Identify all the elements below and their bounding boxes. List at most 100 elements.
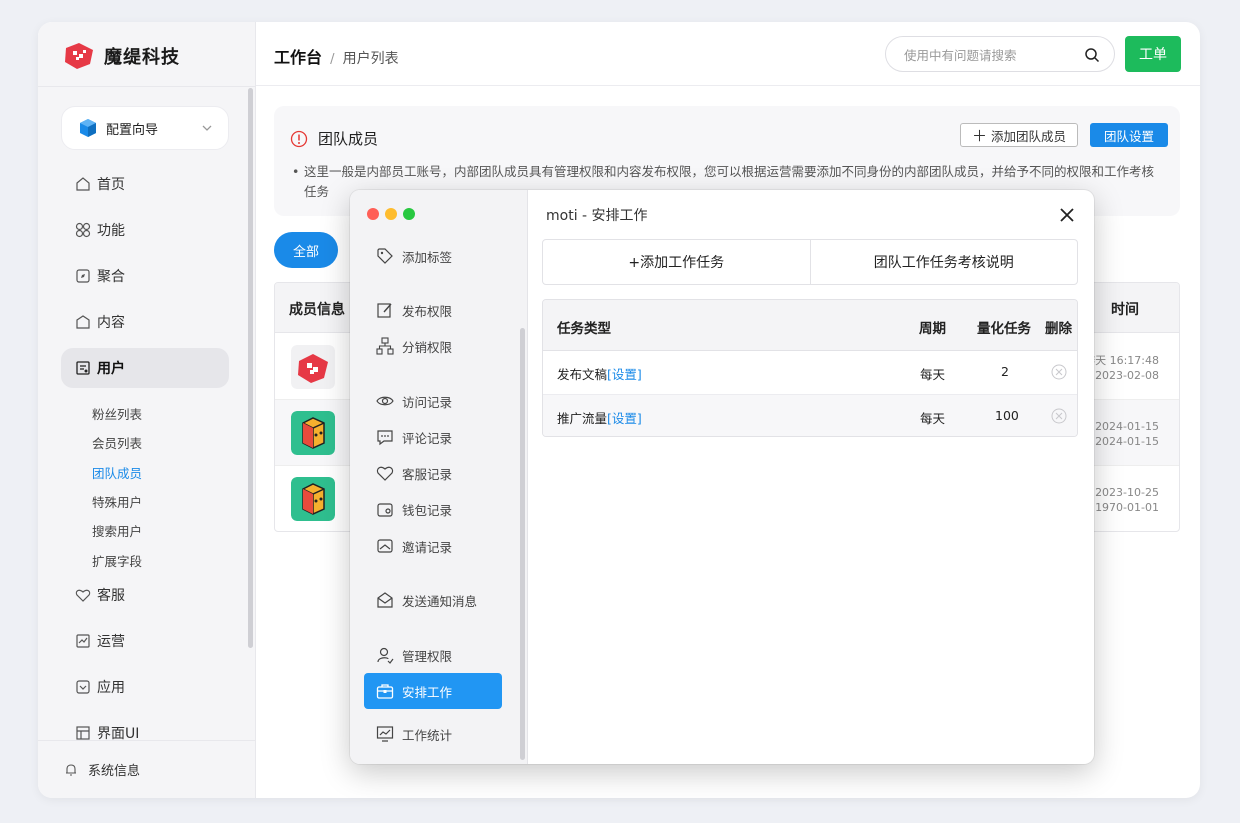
modal-menu-distribution-permission[interactable]: 分销权限 xyxy=(364,328,502,364)
breadcrumb: 工作台 / 用户列表 xyxy=(274,44,399,68)
sidebar-subitem-special[interactable]: 特殊用户 xyxy=(92,492,142,511)
search-icon[interactable] xyxy=(1084,47,1100,63)
modal-menu-label: 分销权限 xyxy=(402,339,453,355)
divider xyxy=(38,86,256,87)
modal-menu-label: 添加标签 xyxy=(402,249,453,265)
sidebar-subitem-fans[interactable]: 粉丝列表 xyxy=(92,404,142,423)
minimize-dot-icon[interactable] xyxy=(385,208,397,220)
sidebar-item-apps[interactable]: 应用 xyxy=(61,667,229,707)
sidebar-item-aggregate[interactable]: 聚合 xyxy=(61,256,229,296)
sidebar-scrollbar[interactable] xyxy=(248,88,253,648)
modal-menu-service-records[interactable]: 客服记录 xyxy=(364,455,502,491)
modal-sidebar-scrollbar[interactable] xyxy=(520,328,525,760)
modal-menu-label: 工作统计 xyxy=(402,727,453,743)
modal-menu-comment-records[interactable]: 评论记录 xyxy=(364,419,502,455)
modal-menu-assign-work[interactable]: 安排工作 xyxy=(364,673,502,709)
chevron-down-icon xyxy=(202,125,212,131)
search-input[interactable]: 使用中有问题请搜索 xyxy=(885,36,1115,72)
top-bar: 工作台 / 用户列表 使用中有问题请搜索 工单 xyxy=(256,22,1200,86)
modal-menu-add-tag[interactable]: 添加标签 xyxy=(364,238,502,274)
user-list-icon xyxy=(76,361,90,375)
heart-icon xyxy=(376,466,394,481)
sidebar-subitem-search[interactable]: 搜索用户 xyxy=(92,521,142,540)
edit-icon xyxy=(377,303,392,318)
sidebar-item-features[interactable]: 功能 xyxy=(61,210,229,250)
modal-menu-label: 安排工作 xyxy=(402,684,453,700)
task-set-link[interactable]: [设置] xyxy=(607,367,642,382)
sidebar-item-label: 用户 xyxy=(97,361,125,377)
modal-menu-invite-records[interactable]: 邀请记录 xyxy=(364,528,502,564)
sidebar-item-operations[interactable]: 运营 xyxy=(61,621,229,661)
plus-icon: ＋ xyxy=(971,126,987,145)
modal-menu-label: 邀请记录 xyxy=(402,539,453,555)
config-wizard-select[interactable]: 配置向导 xyxy=(61,106,229,150)
task-set-link[interactable]: [设置] xyxy=(607,411,642,426)
modal-menu-admin-permission[interactable]: 管理权限 xyxy=(364,637,502,673)
delete-icon[interactable] xyxy=(1051,364,1067,380)
bell-icon xyxy=(66,763,76,776)
row-times: 2024-01-15 2024-01-15 xyxy=(1095,419,1159,449)
modal-menu-label: 发送通知消息 xyxy=(402,593,478,609)
apps-icon xyxy=(75,222,91,238)
time-secondary: 1970-01-01 xyxy=(1095,501,1159,514)
assign-work-modal: 添加标签 发布权限 分销权限 访问记录 评论记录 客服记录 钱包记录 邀请记录 xyxy=(350,190,1094,764)
mail-icon xyxy=(377,592,393,608)
col-type-header: 任务类型 xyxy=(557,321,611,337)
moti-logo-icon xyxy=(65,43,93,69)
modal-menu-label: 评论记录 xyxy=(402,430,453,446)
modal-menu-label: 钱包记录 xyxy=(402,502,453,518)
breadcrumb-main[interactable]: 工作台 xyxy=(274,48,322,67)
comment-icon xyxy=(377,430,393,446)
modal-tabs: +添加工作任务 团队工作任务考核说明 xyxy=(542,239,1078,285)
sidebar-item-ui[interactable]: 界面UI xyxy=(61,713,229,753)
col-period-header: 周期 xyxy=(919,321,946,337)
add-task-tab[interactable]: +添加工作任务 xyxy=(543,240,810,284)
modal-menu-wallet-records[interactable]: 钱包记录 xyxy=(364,491,502,527)
task-row: 发布文稿[设置] 每天 2 xyxy=(543,351,1077,394)
time-primary: 2023-10-25 xyxy=(1095,486,1159,499)
team-settings-button[interactable]: 团队设置 xyxy=(1090,123,1168,147)
maximize-dot-icon[interactable] xyxy=(403,208,415,220)
time-primary: 2024-01-15 xyxy=(1095,420,1159,433)
system-info-button[interactable]: 系统信息 xyxy=(64,760,140,779)
admin-icon xyxy=(377,647,394,664)
modal-menu-work-stats[interactable]: 工作统计 xyxy=(364,716,502,752)
task-type-cell: 发布文稿[设置] xyxy=(557,364,642,383)
add-team-member-button[interactable]: ＋ 添加团队成员 xyxy=(960,123,1078,147)
sidebar-subitem-fields[interactable]: 扩展字段 xyxy=(92,551,142,570)
close-dot-icon[interactable] xyxy=(367,208,379,220)
app-icon xyxy=(76,680,90,694)
task-type: 发布文稿 xyxy=(557,367,608,382)
avatar xyxy=(291,411,335,455)
modal-title: moti - 安排工作 xyxy=(546,208,648,224)
filter-all-button[interactable]: 全部 xyxy=(274,232,338,268)
modal-menu-label: 客服记录 xyxy=(402,466,453,482)
avatar xyxy=(291,477,335,521)
sidebar-item-content[interactable]: 内容 xyxy=(61,302,229,342)
modal-menu-label: 发布权限 xyxy=(402,303,453,319)
task-table: 任务类型 周期 量化任务 删除 发布文稿[设置] 每天 2 推广流量[设置] 每… xyxy=(542,299,1078,437)
modal-menu-publish-permission[interactable]: 发布权限 xyxy=(364,292,502,328)
briefcase-icon xyxy=(376,684,394,699)
row-times: 2023-10-25 1970-01-01 xyxy=(1095,485,1159,515)
search-placeholder: 使用中有问题请搜索 xyxy=(904,47,1017,63)
sidebar-item-service[interactable]: 客服 xyxy=(61,575,229,615)
sidebar-subitem-members[interactable]: 会员列表 xyxy=(92,433,142,452)
modal-menu-send-notification[interactable]: 发送通知消息 xyxy=(364,582,502,618)
chart-icon xyxy=(76,634,90,648)
team-title-text: 团队成员 xyxy=(318,130,379,148)
sidebar-item-home[interactable]: 首页 xyxy=(61,164,229,204)
brand-logo[interactable]: 魔缇科技 xyxy=(62,42,180,70)
brand-name: 魔缇科技 xyxy=(104,47,180,68)
col-time-header: 时间 xyxy=(1111,302,1139,318)
content-icon xyxy=(76,315,90,329)
sidebar-item-label: 聚合 xyxy=(97,269,125,285)
time-secondary: 2023-02-08 xyxy=(1095,369,1159,382)
delete-icon[interactable] xyxy=(1051,408,1067,424)
task-rules-tab[interactable]: 团队工作任务考核说明 xyxy=(809,240,1078,284)
modal-menu-visit-records[interactable]: 访问记录 xyxy=(364,383,502,419)
sidebar-item-users[interactable]: 用户 xyxy=(61,348,229,388)
close-icon[interactable] xyxy=(1059,207,1075,223)
sidebar-subitem-team[interactable]: 团队成员 xyxy=(92,463,142,482)
ticket-button[interactable]: 工单 xyxy=(1125,36,1181,72)
